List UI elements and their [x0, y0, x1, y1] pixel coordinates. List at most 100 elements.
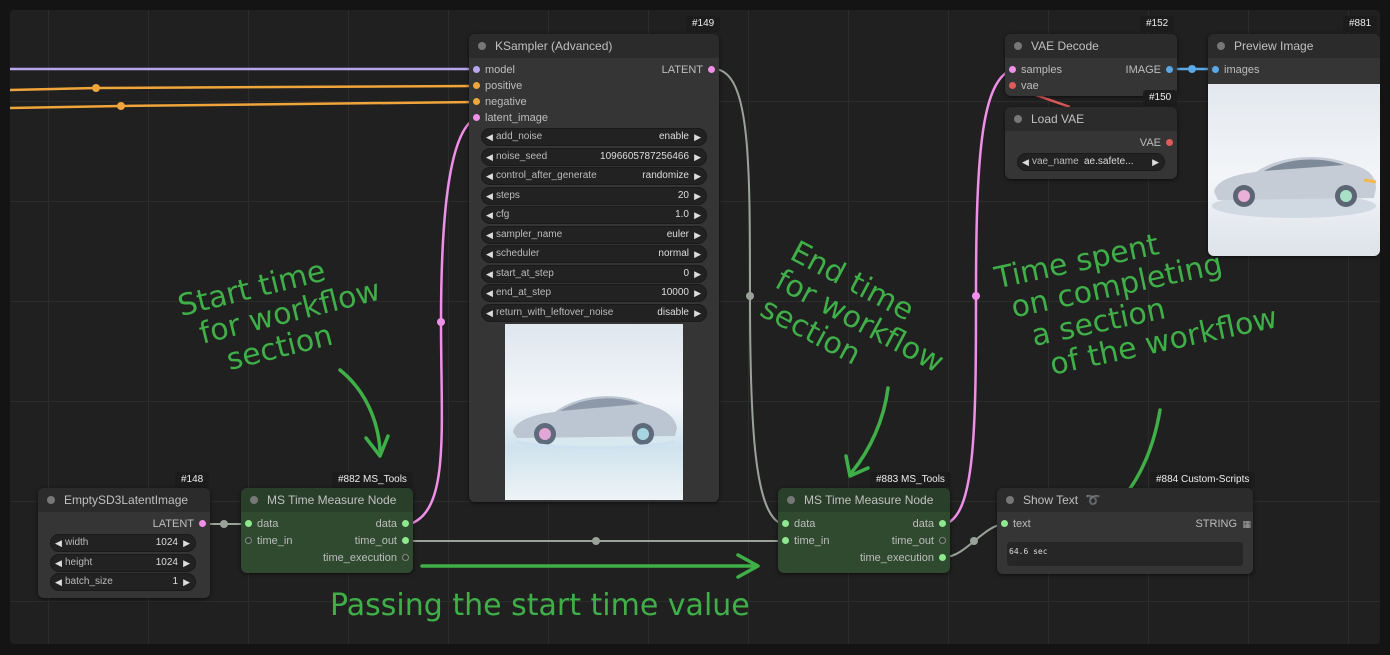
latent-widget-batch-size[interactable]: ◀ batch_size 1 ▶ [50, 573, 196, 591]
decrement-arrow-icon[interactable]: ◀ [55, 574, 62, 590]
node-title: MS Time Measure Node [804, 493, 934, 507]
input-latent-image[interactable]: latent_image [469, 110, 548, 126]
ksampler-node[interactable]: KSampler (Advanced) model positive negat… [469, 34, 719, 502]
input-negative[interactable]: negative [469, 94, 527, 110]
output-time-execution[interactable]: time_execution [323, 550, 413, 566]
node-title-bar[interactable]: MS Time Measure Node [241, 488, 413, 512]
latent-widget-width[interactable]: ◀ width 1024 ▶ [50, 534, 196, 552]
ksampler-widget-add-noise[interactable]: ◀ add_noise enable ▶ [481, 128, 707, 146]
ksampler-widget-control-after-generate[interactable]: ◀ control_after_generate randomize ▶ [481, 167, 707, 185]
collapse-dot-icon[interactable] [1014, 42, 1022, 50]
collapse-dot-icon[interactable] [47, 496, 55, 504]
show-text-node[interactable]: Show Text ➰ text STRING ▦ 64.6 sec [997, 488, 1253, 574]
input-samples[interactable]: samples [1005, 62, 1062, 78]
ksampler-widget-start-at-step[interactable]: ◀ start_at_step 0 ▶ [481, 264, 707, 283]
output-time-execution[interactable]: time_execution [860, 550, 950, 566]
increment-arrow-icon[interactable]: ▶ [694, 305, 701, 321]
output-time-out[interactable]: time_out [892, 533, 950, 549]
node-title-bar[interactable]: Preview Image [1208, 34, 1380, 58]
output-data[interactable]: data [376, 516, 413, 532]
collapse-dot-icon[interactable] [1014, 115, 1022, 123]
decrement-arrow-icon[interactable]: ◀ [486, 149, 493, 165]
text-output-box[interactable]: 64.6 sec [1007, 542, 1243, 566]
decrement-arrow-icon[interactable]: ◀ [486, 168, 493, 184]
ksampler-widget-steps[interactable]: ◀ steps 20 ▶ [481, 186, 707, 205]
increment-arrow-icon[interactable]: ▶ [694, 149, 701, 165]
annotation-time-spent: Time spent on completing a section of th… [991, 227, 1281, 383]
decrement-arrow-icon[interactable]: ◀ [486, 305, 493, 321]
increment-arrow-icon[interactable]: ▶ [183, 574, 190, 590]
increment-arrow-icon[interactable]: ▶ [694, 285, 701, 301]
decrement-arrow-icon[interactable]: ◀ [55, 555, 62, 571]
increment-arrow-icon[interactable]: ▶ [183, 555, 190, 571]
decrement-arrow-icon[interactable]: ◀ [486, 285, 493, 301]
time-measure-node-start[interactable]: MS Time Measure Node data time_in data t… [241, 488, 413, 573]
node-id-badge: #152 [1140, 16, 1175, 32]
node-id-badge: #884 Custom-Scripts [1150, 472, 1256, 488]
vae-decode-node[interactable]: VAE Decode samples vae IMAGE [1005, 34, 1177, 96]
node-title-bar[interactable]: EmptySD3LatentImage [38, 488, 210, 512]
load-vae-node[interactable]: Load VAE VAE ◀ vae_name ae.safete... ▶ [1005, 107, 1177, 179]
input-data[interactable]: data [778, 516, 815, 532]
node-title: MS Time Measure Node [267, 493, 397, 507]
input-data[interactable]: data [241, 516, 278, 532]
output-image[interactable]: IMAGE [1126, 62, 1177, 78]
decrement-arrow-icon[interactable]: ◀ [486, 207, 493, 223]
ksampler-widget-sampler-name[interactable]: ◀ sampler_name euler ▶ [481, 225, 707, 244]
node-title-bar[interactable]: Load VAE [1005, 107, 1177, 131]
input-images[interactable]: images [1208, 62, 1259, 78]
increment-arrow-icon[interactable]: ▶ [694, 246, 701, 262]
collapse-dot-icon[interactable] [478, 42, 486, 50]
decrement-arrow-icon[interactable]: ◀ [55, 535, 62, 551]
input-vae[interactable]: vae [1005, 78, 1039, 94]
annotation-start-time: Start time for workflow section [174, 253, 384, 378]
increment-arrow-icon[interactable]: ▶ [694, 266, 701, 282]
node-title-bar[interactable]: Show Text ➰ [997, 488, 1253, 512]
increment-arrow-icon[interactable]: ▶ [694, 129, 701, 145]
output-vae[interactable]: VAE [1140, 135, 1177, 151]
input-positive[interactable]: positive [469, 78, 522, 94]
input-time-in[interactable]: time_in [241, 533, 292, 549]
decrement-arrow-icon[interactable]: ◀ [486, 227, 493, 243]
input-text[interactable]: text [997, 516, 1031, 532]
ksampler-preview-image [505, 324, 683, 500]
node-id-badge: #882 MS_Tools [332, 472, 413, 488]
node-title: Preview Image [1234, 39, 1314, 53]
collapse-dot-icon[interactable] [1217, 42, 1225, 50]
output-latent[interactable]: LATENT [662, 62, 719, 78]
vae-name-widget[interactable]: ◀ vae_name ae.safete... ▶ [1017, 153, 1165, 171]
collapse-dot-icon[interactable] [250, 496, 258, 504]
decrement-arrow-icon[interactable]: ◀ [486, 129, 493, 145]
output-latent[interactable]: LATENT [153, 516, 210, 532]
empty-latent-node[interactable]: EmptySD3LatentImage LATENT ◀ width 1024 ▶ ◀ h… [38, 488, 210, 598]
time-measure-node-end[interactable]: MS Time Measure Node data time_in data t… [778, 488, 950, 573]
ksampler-widget-noise-seed[interactable]: ◀ noise_seed 1096605787256466 ▶ [481, 147, 707, 166]
decrement-arrow-icon[interactable]: ◀ [486, 188, 493, 204]
collapse-dot-icon[interactable] [787, 496, 795, 504]
decrement-arrow-icon[interactable]: ◀ [1022, 154, 1029, 170]
ksampler-widget-cfg[interactable]: ◀ cfg 1.0 ▶ [481, 206, 707, 224]
collapse-dot-icon[interactable] [1006, 496, 1014, 504]
output-time-out[interactable]: time_out [355, 533, 413, 549]
output-string[interactable]: STRING ▦ [1195, 516, 1253, 532]
increment-arrow-icon[interactable]: ▶ [694, 207, 701, 223]
increment-arrow-icon[interactable]: ▶ [1152, 154, 1159, 170]
decrement-arrow-icon[interactable]: ◀ [486, 246, 493, 262]
node-title-bar[interactable]: VAE Decode [1005, 34, 1177, 58]
ksampler-widget-end-at-step[interactable]: ◀ end_at_step 10000 ▶ [481, 284, 707, 302]
input-model[interactable]: model [469, 62, 515, 78]
node-graph-canvas[interactable]: #149 KSampler (Advanced) model positive … [10, 10, 1380, 644]
node-id-badge: #149 [686, 16, 721, 32]
increment-arrow-icon[interactable]: ▶ [694, 188, 701, 204]
node-title-bar[interactable]: KSampler (Advanced) [469, 34, 719, 58]
increment-arrow-icon[interactable]: ▶ [694, 227, 701, 243]
ksampler-widget-return-with-leftover-noise[interactable]: ◀ return_with_leftover_noise disable ▶ [481, 303, 707, 322]
decrement-arrow-icon[interactable]: ◀ [486, 266, 493, 282]
increment-arrow-icon[interactable]: ▶ [694, 168, 701, 184]
output-data[interactable]: data [913, 516, 950, 532]
input-time-in[interactable]: time_in [778, 533, 829, 549]
increment-arrow-icon[interactable]: ▶ [183, 535, 190, 551]
latent-widget-height[interactable]: ◀ height 1024 ▶ [50, 553, 196, 572]
node-title-bar[interactable]: MS Time Measure Node [778, 488, 950, 512]
ksampler-widget-scheduler[interactable]: ◀ scheduler normal ▶ [481, 245, 707, 263]
